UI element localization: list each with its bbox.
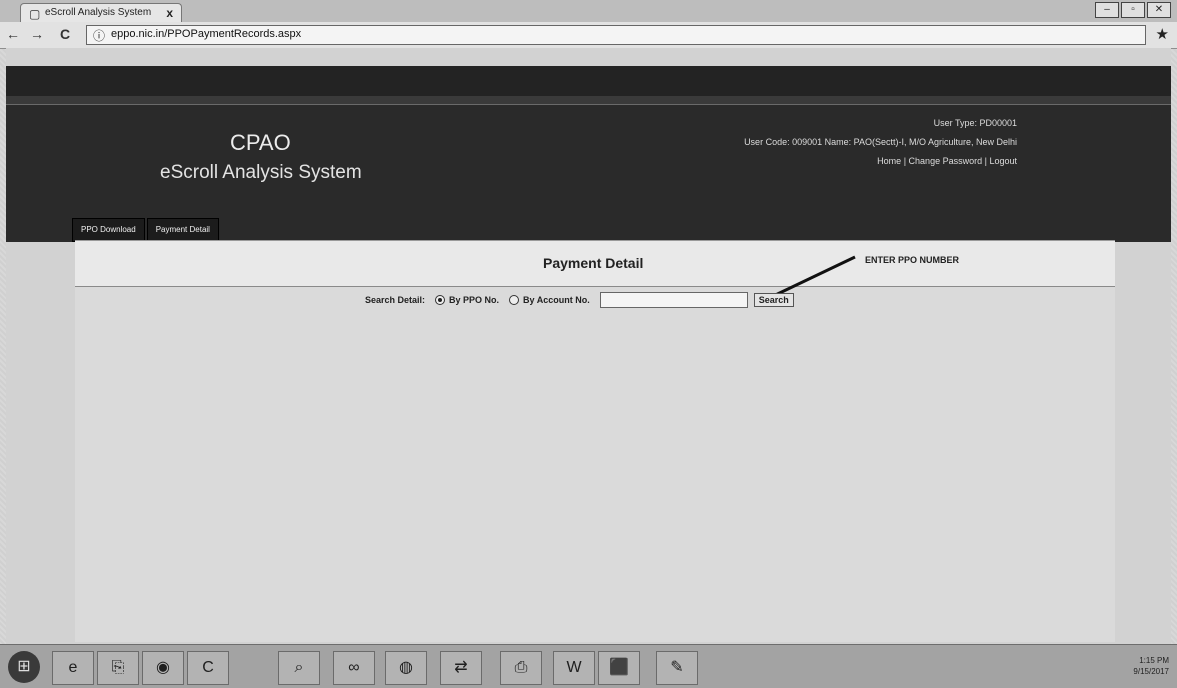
bookmark-star-icon[interactable]: ★ [1156, 25, 1169, 43]
taskbar-explorer-icon[interactable]: ⎘ [97, 651, 139, 685]
info-icon[interactable]: ⓘ [93, 27, 105, 44]
address-bar[interactable]: ⓘ eppo.nic.in/PPOPaymentRecords.aspx [86, 25, 1146, 45]
browser-tab[interactable]: ▢ eScroll Analysis System x [20, 3, 182, 23]
window-controls: – ▫ ✕ [1095, 2, 1171, 18]
taskbar-print-icon[interactable]: ⎙ [500, 651, 542, 685]
radio-by-ppo[interactable] [435, 295, 446, 305]
tray-date: 9/15/2017 [1133, 667, 1169, 676]
menu-item-payment-detail[interactable]: Payment Detail [146, 218, 219, 242]
tab-close-icon[interactable]: x [166, 6, 173, 20]
header-band [6, 96, 1171, 105]
brand-title: CPAO [230, 130, 291, 155]
change-password-link[interactable]: Change Password [909, 156, 983, 166]
search-label: Search Detail: [365, 295, 426, 305]
header-links: Home | Change Password | Logout [744, 152, 1017, 171]
search-row: Search Detail: By PPO No. By Account No.… [365, 292, 794, 308]
taskbar-switch-icon[interactable]: ⇄ [440, 651, 482, 685]
header-top-strip [6, 66, 1171, 96]
radio-label-ppo: By PPO No. [449, 295, 500, 305]
search-input[interactable] [599, 292, 748, 308]
close-window-button[interactable]: ✕ [1147, 2, 1171, 18]
taskbar-media-icon[interactable]: ◉ [142, 651, 184, 685]
menu-item-ppo-download[interactable]: PPO Download [72, 218, 145, 242]
home-link[interactable]: Home [877, 156, 901, 166]
link-separator: | [984, 156, 987, 166]
content-panel: Payment Detail ENTER PPO NUMBER Search D… [75, 240, 1115, 642]
logout-link[interactable]: Logout [989, 156, 1017, 166]
user-type: User Type: PD00001 [933, 118, 1017, 128]
reload-button[interactable]: C [60, 26, 70, 42]
taskbar-word-icon[interactable]: W [553, 651, 595, 685]
tray-time: 1:15 PM [1139, 656, 1169, 665]
url-text: eppo.nic.in/PPOPaymentRecords.aspx [111, 28, 302, 40]
taskbar: ⊞ e ⎘ ◉ C ⌕ ∞ ◍ ⇄ ⎙ W ⬛ ✎ 1:15 PM 9/15/2… [0, 644, 1177, 688]
link-separator: | [903, 156, 907, 166]
panel-header: Payment Detail ENTER PPO NUMBER [75, 240, 1115, 301]
user-code-name: User Code: 009001 Name: PAO(Sectt)-I, M/… [744, 137, 1017, 147]
start-button[interactable]: ⊞ [8, 651, 40, 683]
tab-title: eScroll Analysis System [45, 7, 152, 18]
brand-subtitle: eScroll Analysis System [160, 162, 362, 183]
taskbar-search-icon[interactable]: ⌕ [278, 651, 320, 685]
taskbar-app-icon[interactable]: ∞ [333, 651, 375, 685]
radio-by-account[interactable] [509, 295, 520, 305]
screen: ▢ eScroll Analysis System x – ▫ ✕ ← → C … [0, 0, 1177, 688]
user-info: User Type: PD00001 User Code: 009001 Nam… [744, 114, 1017, 171]
page-title: Payment Detail [543, 255, 644, 271]
taskbar-paint-icon[interactable]: ✎ [656, 651, 698, 685]
page-icon: ▢ [29, 7, 41, 21]
main-menu: PPO Download Payment Detail [72, 218, 219, 242]
system-tray: 1:15 PM 9/15/2017 [1133, 655, 1169, 677]
browser-tabstrip: ▢ eScroll Analysis System x – ▫ ✕ [0, 0, 1177, 23]
maximize-button[interactable]: ▫ [1121, 2, 1145, 18]
back-button[interactable]: ← [6, 26, 20, 42]
taskbar-app3-icon[interactable]: ⬛ [598, 651, 640, 685]
radio-label-account: By Account No. [523, 295, 590, 305]
forward-button[interactable]: → [30, 26, 44, 42]
minimize-button[interactable]: – [1095, 2, 1119, 18]
browser-toolbar: ← → C ⓘ eppo.nic.in/PPOPaymentRecords.as… [0, 22, 1177, 49]
page-viewport: CPAO eScroll Analysis System User Type: … [6, 48, 1171, 644]
annotation-text: ENTER PPO NUMBER [865, 255, 960, 265]
taskbar-ie-icon[interactable]: e [52, 651, 94, 685]
search-button[interactable]: Search [753, 293, 794, 307]
taskbar-app2-icon[interactable]: ◍ [385, 651, 427, 685]
taskbar-chrome-icon[interactable]: C [187, 651, 229, 685]
